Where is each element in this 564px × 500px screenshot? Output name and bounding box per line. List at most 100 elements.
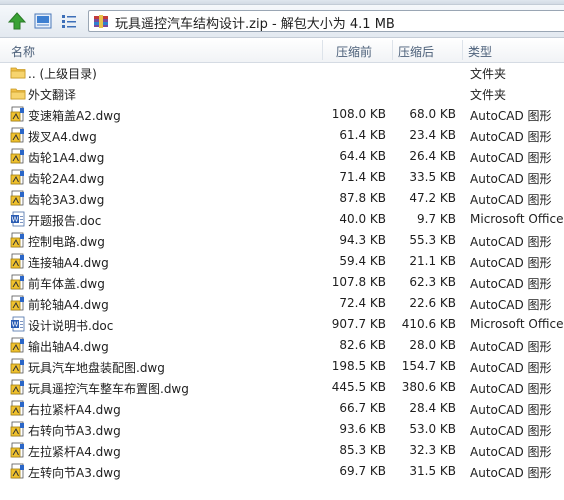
file-row[interactable]: 变速箱盖A2.dwg 108.0 KB 68.0 KB AutoCAD 图形 xyxy=(0,104,564,125)
file-row[interactable]: 外文翻译 文件夹 xyxy=(0,83,564,104)
dwg-file-icon xyxy=(10,442,26,458)
file-name: 玩具汽车地盘装配图.dwg xyxy=(28,361,165,375)
svg-text:W: W xyxy=(12,321,19,329)
file-name: 齿轮3A3.dwg xyxy=(28,193,105,207)
file-row[interactable]: 右转向节A3.dwg 93.6 KB 53.0 KB AutoCAD 图形 xyxy=(0,419,564,440)
file-size: 66.7 KB xyxy=(339,401,386,415)
column-size[interactable]: 压缩前 xyxy=(336,43,372,60)
column-name[interactable]: 名称 xyxy=(11,43,35,60)
file-size: 445.5 KB xyxy=(331,380,386,394)
file-name: 变速箱盖A2.dwg xyxy=(28,109,121,123)
dwg-file-icon xyxy=(10,358,26,374)
column-packed[interactable]: 压缩后 xyxy=(398,43,434,60)
up-arrow-icon[interactable] xyxy=(8,12,26,30)
file-row[interactable]: 前车体盖.dwg 107.8 KB 62.3 KB AutoCAD 图形 xyxy=(0,272,564,293)
file-packed-size: 55.3 KB xyxy=(409,233,456,247)
file-name: 前轮轴A4.dwg xyxy=(28,298,109,312)
file-type: AutoCAD 图形 xyxy=(470,445,552,459)
archive-path: 玩具遥控汽车结构设计.zip - 解包大小为 4.1 MB xyxy=(115,17,395,32)
file-packed-size: 62.3 KB xyxy=(409,275,456,289)
dwg-file-icon xyxy=(10,253,26,269)
dwg-file-icon xyxy=(10,463,26,479)
dwg-file-icon xyxy=(10,190,26,206)
file-type: AutoCAD 图形 xyxy=(470,256,552,270)
file-name: 齿轮2A4.dwg xyxy=(28,172,105,186)
file-name: 右拉紧杆A4.dwg xyxy=(28,403,121,417)
file-type: AutoCAD 图形 xyxy=(470,382,552,396)
file-type: AutoCAD 图形 xyxy=(470,193,552,207)
file-packed-size: 22.6 KB xyxy=(409,296,456,310)
dwg-file-icon xyxy=(10,127,26,143)
file-row[interactable]: .. (上级目录) 文件夹 xyxy=(0,62,564,83)
file-size: 107.8 KB xyxy=(331,275,386,289)
dwg-file-icon xyxy=(10,274,26,290)
dwg-file-icon xyxy=(10,169,26,185)
column-header: 名称 压缩前 压缩后 类型 xyxy=(0,38,564,63)
file-name: 开题报告.doc xyxy=(28,214,102,228)
file-name: 前车体盖.dwg xyxy=(28,277,105,291)
file-packed-size: 32.3 KB xyxy=(409,443,456,457)
file-size: 87.8 KB xyxy=(339,191,386,205)
file-size: 93.6 KB xyxy=(339,422,386,436)
path-field[interactable]: 玩具遥控汽车结构设计.zip - 解包大小为 4.1 MB xyxy=(88,10,564,32)
file-size: 40.0 KB xyxy=(339,212,386,226)
file-row[interactable]: 右拉紧杆A4.dwg 66.7 KB 28.4 KB AutoCAD 图形 xyxy=(0,398,564,419)
file-row[interactable]: 齿轮2A4.dwg 71.4 KB 33.5 KB AutoCAD 图形 xyxy=(0,167,564,188)
dwg-file-icon xyxy=(10,148,26,164)
file-row[interactable]: W 设计说明书.doc 907.7 KB 410.6 KB Microsoft Offi… xyxy=(0,314,564,335)
file-size: 94.3 KB xyxy=(339,233,386,247)
file-type: Microsoft Office xyxy=(470,317,564,331)
word-doc-icon: W xyxy=(10,211,26,227)
file-packed-size: 53.0 KB xyxy=(409,422,456,436)
zip-archive-icon xyxy=(94,15,108,28)
file-size: 69.7 KB xyxy=(339,464,386,478)
file-name: .. (上级目录) xyxy=(28,67,97,81)
list-view-icon[interactable] xyxy=(60,12,78,30)
view-mode-icon[interactable] xyxy=(34,12,52,30)
file-size: 82.6 KB xyxy=(339,338,386,352)
file-row[interactable]: 前轮轴A4.dwg 72.4 KB 22.6 KB AutoCAD 图形 xyxy=(0,293,564,314)
file-name: 玩具遥控汽车整车布置图.dwg xyxy=(28,382,189,396)
file-name: 控制电路.dwg xyxy=(28,235,105,249)
file-row[interactable]: 控制电路.dwg 94.3 KB 55.3 KB AutoCAD 图形 xyxy=(0,230,564,251)
file-size: 59.4 KB xyxy=(339,254,386,268)
file-packed-size: 21.1 KB xyxy=(409,254,456,268)
file-packed-size: 26.4 KB xyxy=(409,149,456,163)
file-row[interactable]: 连接轴A4.dwg 59.4 KB 21.1 KB AutoCAD 图形 xyxy=(0,251,564,272)
file-type: AutoCAD 图形 xyxy=(470,361,552,375)
dwg-file-icon xyxy=(10,106,26,122)
file-type: AutoCAD 图形 xyxy=(470,340,552,354)
file-size: 72.4 KB xyxy=(339,296,386,310)
file-size: 64.4 KB xyxy=(339,149,386,163)
file-type: AutoCAD 图形 xyxy=(470,298,552,312)
file-row[interactable]: 齿轮1A4.dwg 64.4 KB 26.4 KB AutoCAD 图形 xyxy=(0,146,564,167)
dwg-file-icon xyxy=(10,421,26,437)
file-packed-size: 31.5 KB xyxy=(409,464,456,478)
file-packed-size: 68.0 KB xyxy=(409,107,456,121)
folder-icon xyxy=(10,64,26,80)
file-packed-size: 28.4 KB xyxy=(409,401,456,415)
file-row[interactable]: 左拉紧杆A4.dwg 85.3 KB 32.3 KB AutoCAD 图形 xyxy=(0,440,564,461)
file-type: AutoCAD 图形 xyxy=(470,130,552,144)
file-row[interactable]: 左转向节A3.dwg 69.7 KB 31.5 KB AutoCAD 图形 xyxy=(0,461,564,482)
file-type: AutoCAD 图形 xyxy=(470,109,552,123)
word-doc-icon: W xyxy=(10,316,26,332)
dwg-file-icon xyxy=(10,232,26,248)
file-name: 输出轴A4.dwg xyxy=(28,340,109,354)
file-row[interactable]: 玩具遥控汽车整车布置图.dwg 445.5 KB 380.6 KB AutoCAD 图… xyxy=(0,377,564,398)
file-type: AutoCAD 图形 xyxy=(470,151,552,165)
file-type: AutoCAD 图形 xyxy=(470,424,552,438)
file-name: 齿轮1A4.dwg xyxy=(28,151,105,165)
column-type[interactable]: 类型 xyxy=(468,43,492,60)
file-name: 设计说明书.doc xyxy=(28,319,114,333)
folder-icon xyxy=(10,85,26,101)
file-name: 左拉紧杆A4.dwg xyxy=(28,445,121,459)
file-row[interactable]: 输出轴A4.dwg 82.6 KB 28.0 KB AutoCAD 图形 xyxy=(0,335,564,356)
file-row[interactable]: 齿轮3A3.dwg 87.8 KB 47.2 KB AutoCAD 图形 xyxy=(0,188,564,209)
file-row[interactable]: 拨叉A4.dwg 61.4 KB 23.4 KB AutoCAD 图形 xyxy=(0,125,564,146)
file-packed-size: 410.6 KB xyxy=(401,317,456,331)
file-packed-size: 28.0 KB xyxy=(409,338,456,352)
file-row[interactable]: 玩具汽车地盘装配图.dwg 198.5 KB 154.7 KB AutoCAD 图形 xyxy=(0,356,564,377)
file-row[interactable]: W 开题报告.doc 40.0 KB 9.7 KB Microsoft Office xyxy=(0,209,564,230)
file-size: 198.5 KB xyxy=(331,359,386,373)
